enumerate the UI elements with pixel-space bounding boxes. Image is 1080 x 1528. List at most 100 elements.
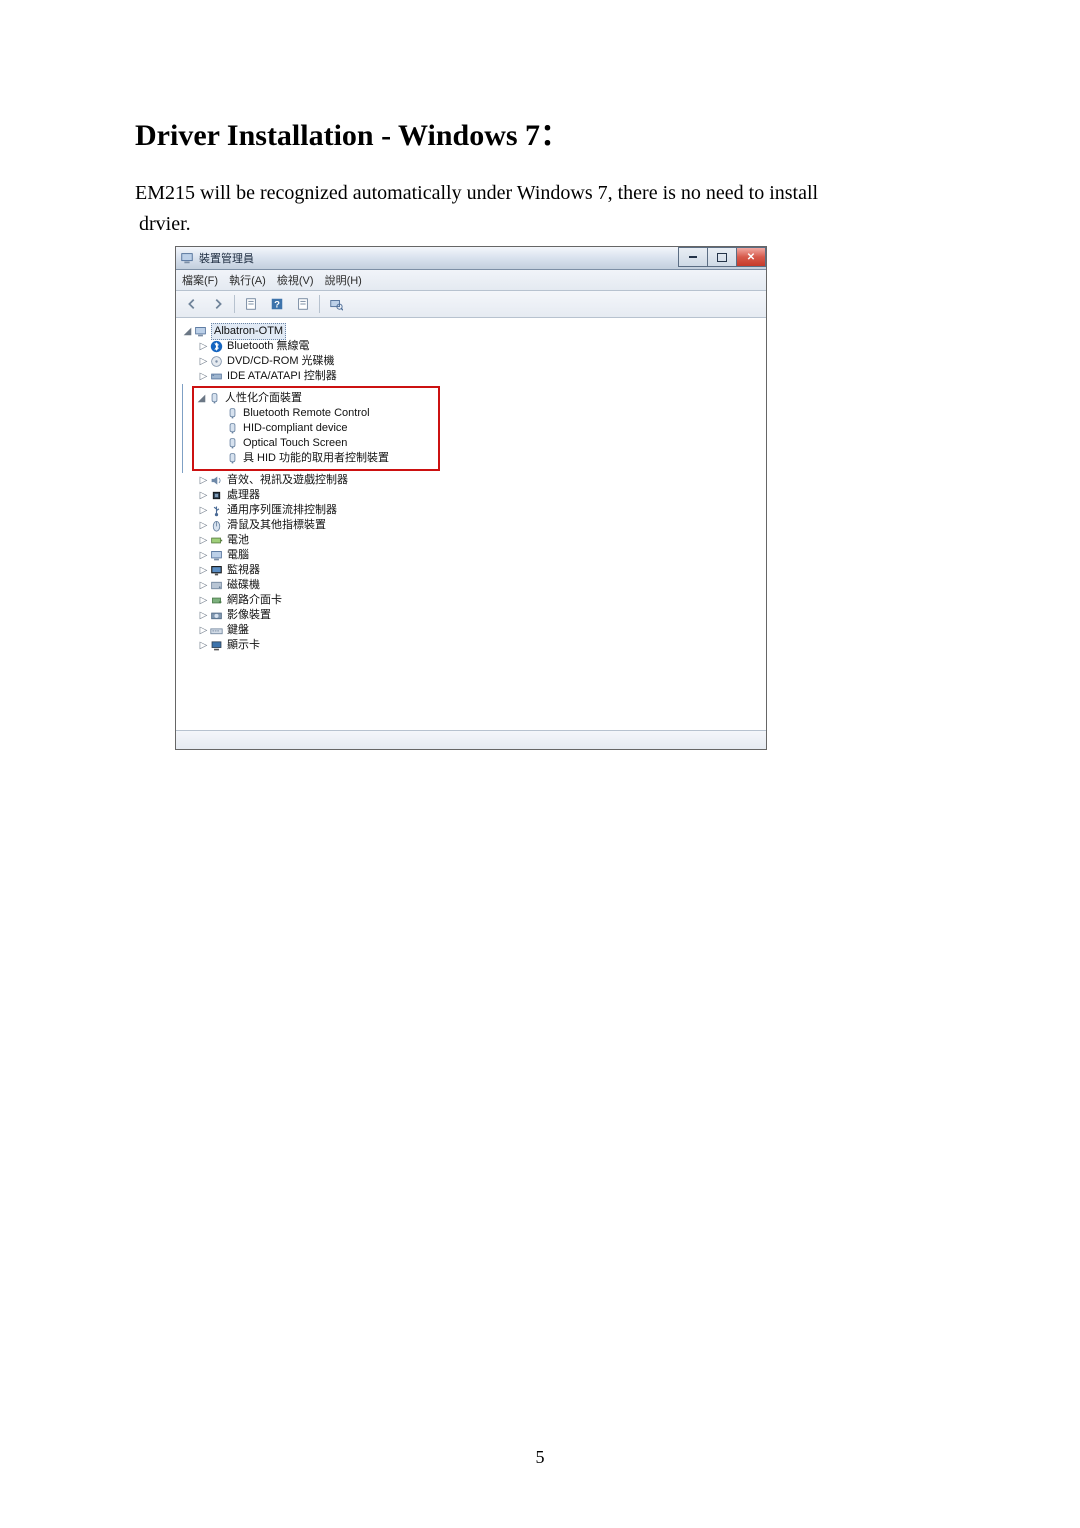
node-label: 電池 xyxy=(227,533,249,548)
node-label: 鍵盤 xyxy=(227,623,249,638)
tree-leaf[interactable]: · Optical Touch Screen xyxy=(196,436,436,451)
hid-icon xyxy=(225,406,240,421)
menu-action[interactable]: 執行(A) xyxy=(229,275,266,287)
node-label: DVD/CD-ROM 光碟機 xyxy=(227,354,335,369)
tree-node[interactable]: ▷ DVD/CD-ROM 光碟機 xyxy=(180,354,762,369)
tree-node[interactable]: ▷ 音效、視訊及遊戲控制器 xyxy=(180,473,762,488)
expand-icon[interactable]: ▷ xyxy=(198,578,209,593)
tree-node[interactable]: ▷ 鍵盤 xyxy=(180,623,762,638)
page-number: 5 xyxy=(0,1447,1080,1468)
cpu-icon xyxy=(209,488,224,503)
expand-icon[interactable]: ▷ xyxy=(198,548,209,563)
battery-icon xyxy=(209,533,224,548)
network-icon xyxy=(209,593,224,608)
highlighted-hid-group: ◢ 人性化介面裝置 · Bluetooth Remote Control · H… xyxy=(192,386,440,471)
expand-icon[interactable]: ▷ xyxy=(198,503,209,518)
node-label: 滑鼠及其他指標裝置 xyxy=(227,518,326,533)
para-line2: drvier. xyxy=(135,209,945,240)
tree-node[interactable]: ▷電腦 xyxy=(180,548,762,563)
node-label: 通用序列匯流排控制器 xyxy=(227,503,337,518)
devmgr-icon xyxy=(180,251,194,265)
maximize-button[interactable] xyxy=(707,247,737,267)
close-button[interactable]: ✕ xyxy=(736,247,766,267)
expand-icon[interactable]: ▷ xyxy=(198,518,209,533)
toolbar-scan-button[interactable] xyxy=(324,293,348,315)
expand-icon[interactable]: ▷ xyxy=(198,354,209,369)
titlebar[interactable]: 裝置管理員 ✕ xyxy=(176,247,766,270)
expand-icon[interactable]: ▷ xyxy=(198,369,209,384)
tree-node[interactable]: ▷ Bluetooth 無線電 xyxy=(180,339,762,354)
collapse-icon[interactable]: ◢ xyxy=(196,391,207,406)
collapse-icon[interactable]: ◢ xyxy=(182,324,193,339)
expand-icon[interactable]: ▷ xyxy=(198,488,209,503)
tree-node[interactable]: ▷ 監視器 xyxy=(180,563,762,578)
ide-icon xyxy=(209,369,224,384)
tree-node[interactable]: ▷ 通用序列匯流排控制器 xyxy=(180,503,762,518)
display-icon xyxy=(209,638,224,653)
tree-node[interactable]: ▷ 處理器 xyxy=(180,488,762,503)
usb-icon xyxy=(209,503,224,518)
tree-root[interactable]: ◢ Albatron-OTM xyxy=(180,324,762,339)
titlebar-text: 裝置管理員 xyxy=(199,250,254,266)
toolbar-back-button[interactable] xyxy=(180,293,204,315)
expand-icon[interactable]: ▷ xyxy=(198,623,209,638)
tree-node[interactable]: ▷ 顯示卡 xyxy=(180,638,762,653)
tree-node[interactable]: ▷ 網路介面卡 xyxy=(180,593,762,608)
node-label: 音效、視訊及遊戲控制器 xyxy=(227,473,348,488)
hid-label: 人性化介面裝置 xyxy=(225,391,302,406)
doc-title: Driver Installation - Windows 7： xyxy=(135,110,945,154)
tree-node-hid[interactable]: ◢ 人性化介面裝置 xyxy=(196,391,436,406)
monitor-icon xyxy=(209,563,224,578)
tree-leaf[interactable]: · Bluetooth Remote Control xyxy=(196,406,436,421)
menubar[interactable]: 檔案(F) 執行(A) 檢視(V) 說明(H) xyxy=(176,270,766,291)
tree-node[interactable]: ▷ 滑鼠及其他指標裝置 xyxy=(180,518,762,533)
para-line1: EM215 will be recognized automatically u… xyxy=(135,182,818,204)
tree-leaf[interactable]: · 具 HID 功能的取用者控制裝置 xyxy=(196,451,436,466)
node-label: 顯示卡 xyxy=(227,638,260,653)
keyboard-icon xyxy=(209,623,224,638)
toolbar-help-button[interactable] xyxy=(265,293,289,315)
menu-view[interactable]: 檢視(V) xyxy=(277,275,314,287)
hid-icon xyxy=(225,421,240,436)
expand-icon[interactable]: ▷ xyxy=(198,533,209,548)
expand-icon[interactable]: ▷ xyxy=(198,608,209,623)
menu-file[interactable]: 檔案(F) xyxy=(182,275,218,287)
tree-leaf[interactable]: · HID-compliant device xyxy=(196,421,436,436)
tree-node[interactable]: ▷ 電池 xyxy=(180,533,762,548)
tree-node[interactable]: ▷ 影像裝置 xyxy=(180,608,762,623)
toolbar-separator xyxy=(234,295,235,313)
device-tree: ◢ Albatron-OTM ▷ Bluetooth 無線電 ▷ DVD/CD-… xyxy=(176,318,766,730)
node-label: 網路介面卡 xyxy=(227,593,282,608)
toolbar-forward-button[interactable] xyxy=(206,293,230,315)
leaf-label: 具 HID 功能的取用者控制裝置 xyxy=(243,451,389,466)
computer-icon xyxy=(209,548,224,563)
leaf-label: Optical Touch Screen xyxy=(243,436,347,451)
bluetooth-icon xyxy=(209,339,224,354)
disk-icon xyxy=(209,578,224,593)
expand-icon[interactable]: ▷ xyxy=(198,563,209,578)
doc-paragraph: EM215 will be recognized automatically u… xyxy=(135,178,945,240)
node-label: 監視器 xyxy=(227,563,260,578)
node-label: Bluetooth 無線電 xyxy=(227,339,310,354)
toolbar-properties-button[interactable] xyxy=(239,293,263,315)
toolbar-properties2-button[interactable] xyxy=(291,293,315,315)
node-label: 影像裝置 xyxy=(227,608,271,623)
mouse-icon xyxy=(209,518,224,533)
tree-node[interactable]: ▷ IDE ATA/ATAPI 控制器 xyxy=(180,369,762,384)
hid-icon xyxy=(225,436,240,451)
hid-icon xyxy=(207,391,222,406)
device-manager-window: 裝置管理員 ✕ 檔案(F) 執行(A) 檢視(V) 說明(H) xyxy=(175,246,767,750)
toolbar-separator xyxy=(319,295,320,313)
expand-icon[interactable]: ▷ xyxy=(198,593,209,608)
menu-help[interactable]: 說明(H) xyxy=(325,275,362,287)
toolbar xyxy=(176,291,766,318)
node-label: 處理器 xyxy=(227,488,260,503)
root-label: Albatron-OTM xyxy=(211,323,286,340)
tree-node[interactable]: ▷磁碟機 xyxy=(180,578,762,593)
minimize-button[interactable] xyxy=(678,247,708,267)
hid-icon xyxy=(225,451,240,466)
expand-icon[interactable]: ▷ xyxy=(198,339,209,354)
expand-icon[interactable]: ▷ xyxy=(198,473,209,488)
window-buttons: ✕ xyxy=(679,247,766,265)
expand-icon[interactable]: ▷ xyxy=(198,638,209,653)
